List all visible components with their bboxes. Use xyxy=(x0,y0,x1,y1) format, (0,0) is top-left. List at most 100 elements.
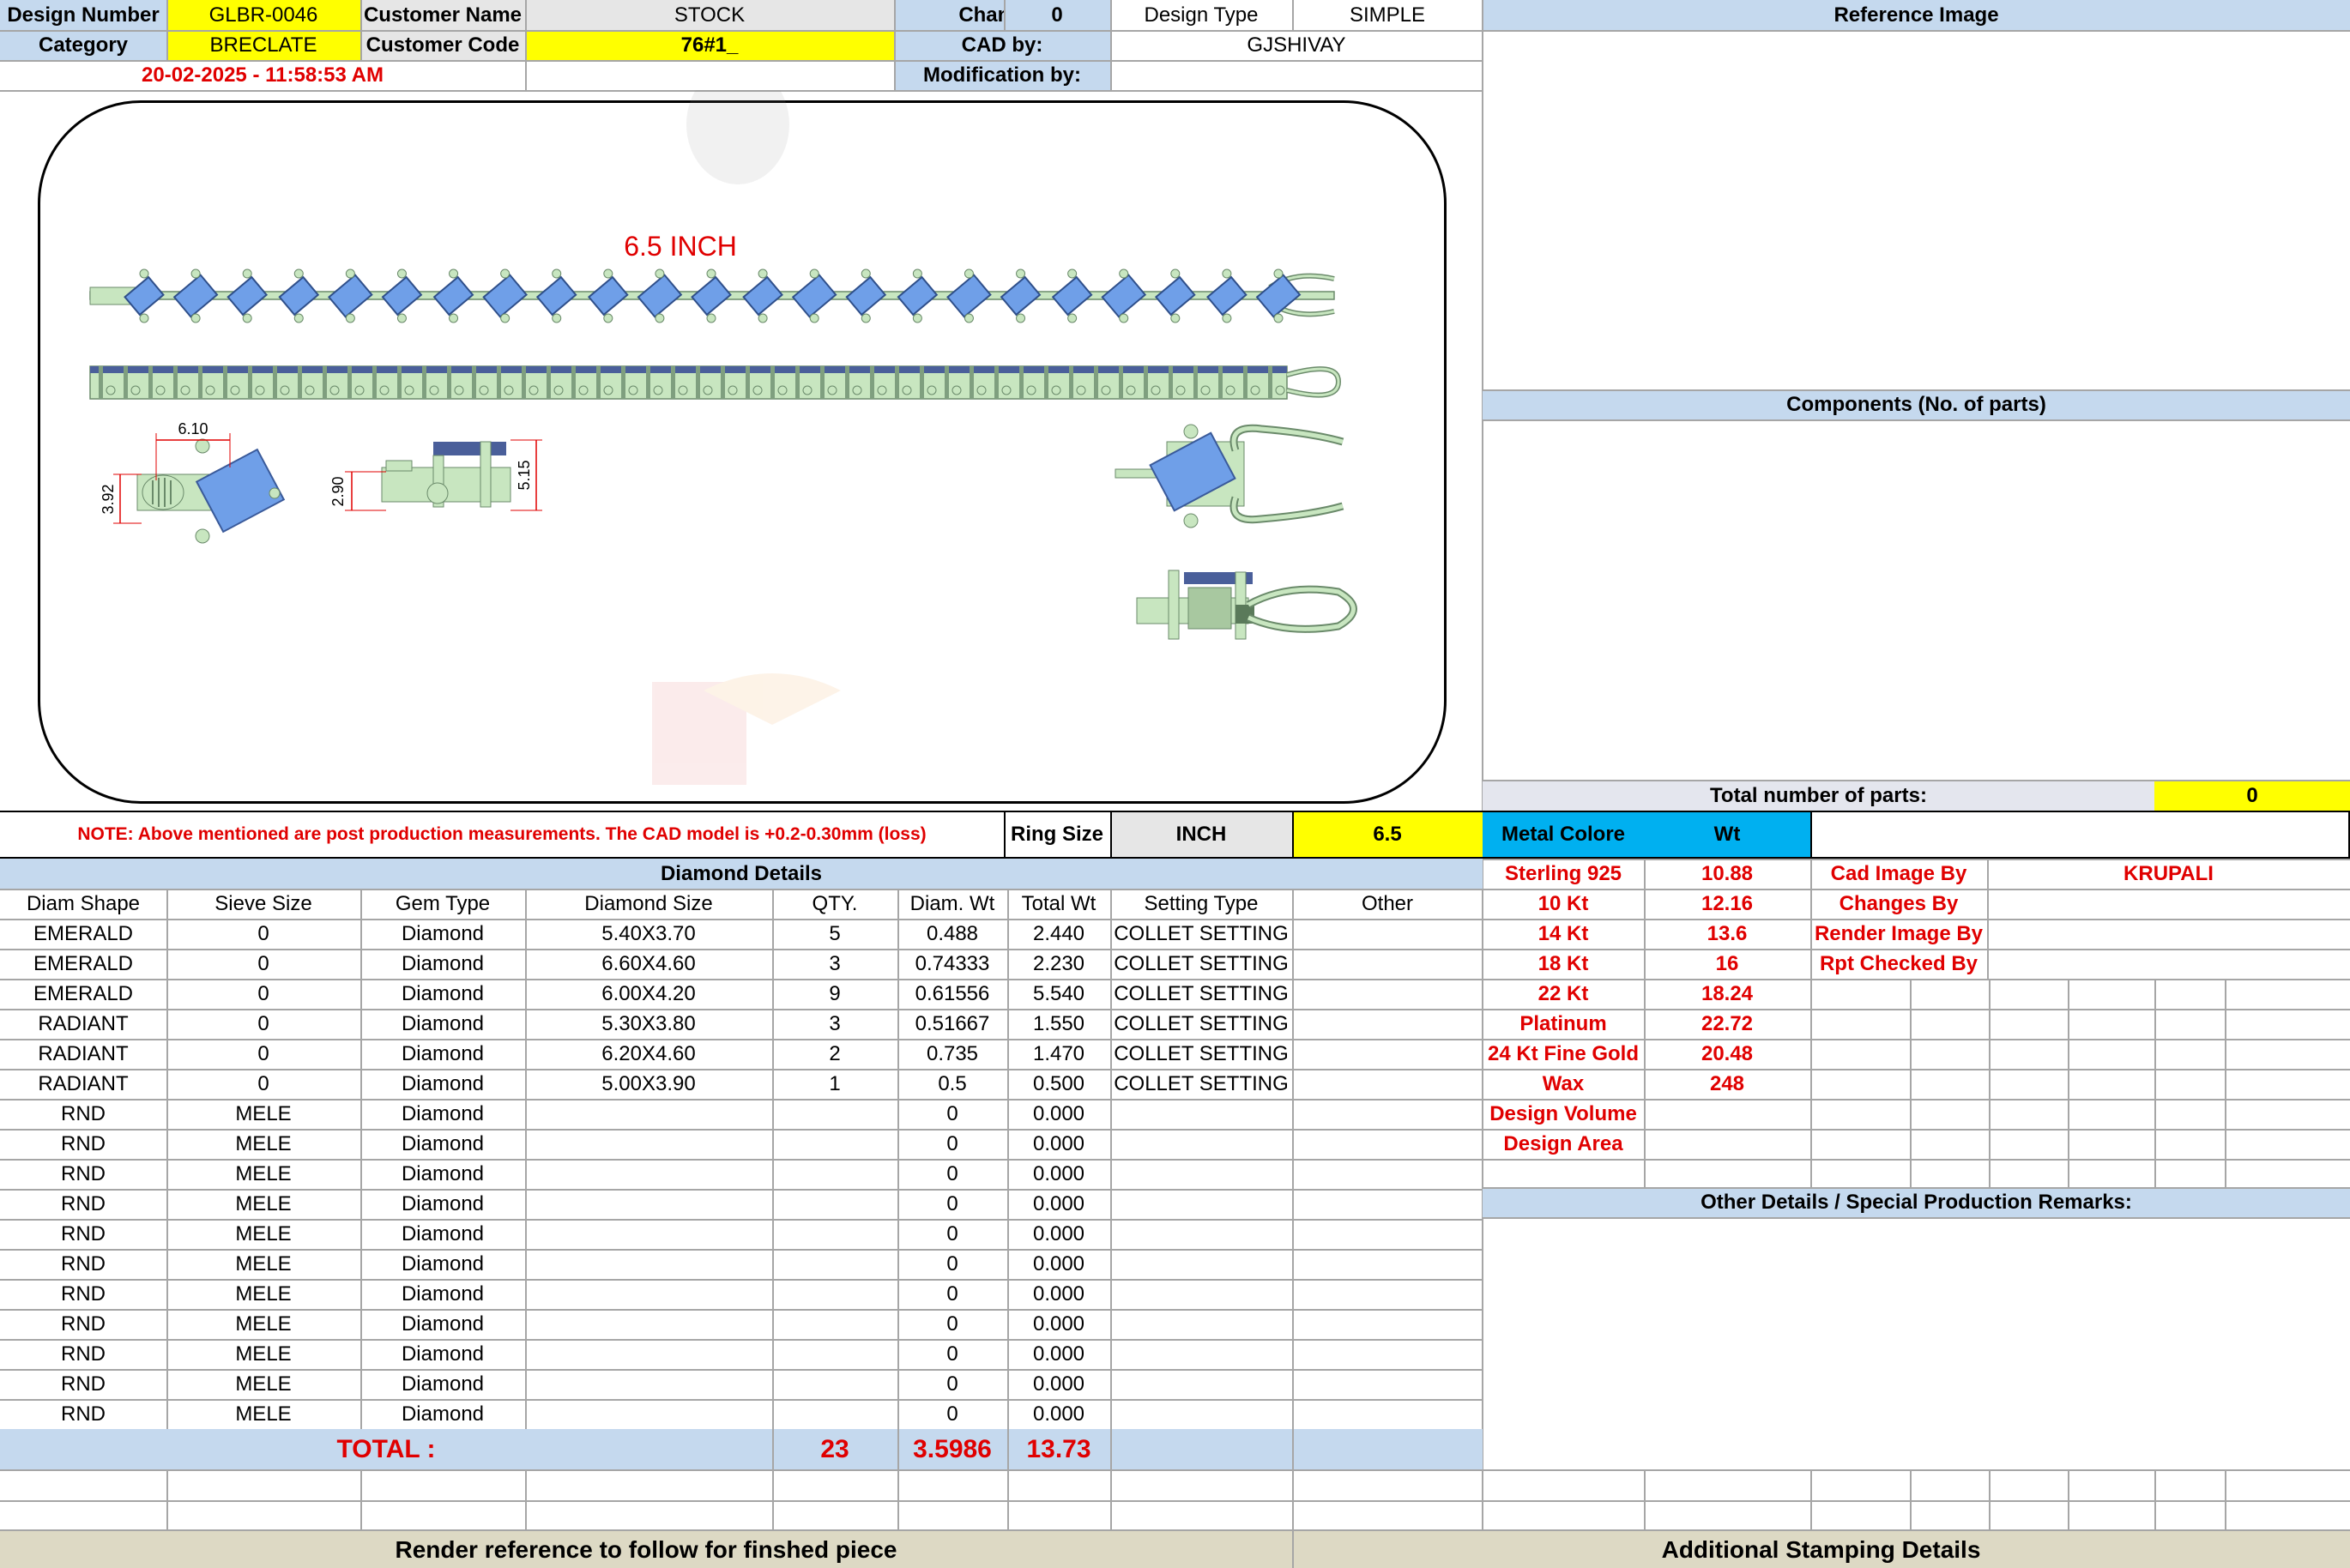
cad-by-value[interactable]: GJSHIVAY xyxy=(1110,30,1483,60)
diamond-table-cell[interactable]: 0 xyxy=(897,1099,1007,1129)
diamond-table-cell[interactable]: 0 xyxy=(897,1279,1007,1309)
diamond-table-cell[interactable] xyxy=(1292,1129,1483,1159)
diamond-table-cell[interactable]: 0.500 xyxy=(1007,1069,1110,1099)
diamond-table-cell[interactable]: 1.550 xyxy=(1007,1009,1110,1039)
diamond-table-cell[interactable]: 0.000 xyxy=(1007,1099,1110,1129)
diamond-table-cell[interactable]: 0 xyxy=(166,979,360,1009)
diamond-table-cell[interactable]: 0 xyxy=(897,1369,1007,1399)
diamond-table-cell[interactable]: 0.735 xyxy=(897,1039,1007,1069)
diamond-table-cell[interactable] xyxy=(525,1129,772,1159)
diamond-table-cell[interactable]: 0 xyxy=(897,1309,1007,1339)
diamond-table-cell[interactable] xyxy=(1292,1099,1483,1129)
customer-name-value[interactable]: STOCK xyxy=(525,0,894,30)
diamond-table-cell[interactable] xyxy=(772,1189,897,1219)
diamond-table-cell[interactable] xyxy=(772,1219,897,1249)
diamond-table-cell[interactable] xyxy=(1110,1159,1292,1189)
diamond-table-cell[interactable]: MELE xyxy=(166,1189,360,1219)
metal-weight[interactable]: 10.88 xyxy=(1644,859,1810,889)
diamond-table-cell[interactable]: 6.20X4.60 xyxy=(525,1039,772,1069)
diamond-table-cell[interactable]: 1.470 xyxy=(1007,1039,1110,1069)
diamond-table-cell[interactable]: 2 xyxy=(772,1039,897,1069)
diamond-table-cell[interactable]: MELE xyxy=(166,1249,360,1279)
diamond-table-cell[interactable]: 0.000 xyxy=(1007,1369,1110,1399)
diamond-table-cell[interactable] xyxy=(1110,1099,1292,1129)
diamond-table-cell[interactable]: MELE xyxy=(166,1279,360,1309)
diamond-table-cell[interactable]: RADIANT xyxy=(0,1009,166,1039)
design-number-value[interactable]: GLBR-0046 xyxy=(166,0,360,30)
diamond-table-cell[interactable]: 0 xyxy=(897,1219,1007,1249)
diamond-table-cell[interactable] xyxy=(1110,1129,1292,1159)
design-type-value[interactable]: SIMPLE xyxy=(1292,0,1483,30)
diamond-table-cell[interactable]: Diamond xyxy=(360,1219,525,1249)
diamond-table-cell[interactable]: Diamond xyxy=(360,1279,525,1309)
diamond-table-cell[interactable] xyxy=(1292,1399,1483,1429)
diamond-table-cell[interactable] xyxy=(772,1369,897,1399)
diamond-table-cell[interactable]: RND xyxy=(0,1099,166,1129)
diamond-table-cell[interactable] xyxy=(1292,1009,1483,1039)
diamond-table-cell[interactable]: MELE xyxy=(166,1159,360,1189)
credit-value[interactable]: KRUPALI xyxy=(1987,859,2350,889)
diamond-table-cell[interactable] xyxy=(772,1159,897,1189)
diamond-table-cell[interactable] xyxy=(525,1159,772,1189)
diamond-table-cell[interactable]: 0.5 xyxy=(897,1069,1007,1099)
diamond-table-cell[interactable]: Diamond xyxy=(360,1339,525,1369)
diamond-table-cell[interactable]: 0.51667 xyxy=(897,1009,1007,1039)
diamond-table-cell[interactable]: 0 xyxy=(897,1399,1007,1429)
changes-value[interactable]: 0 xyxy=(1004,0,1110,30)
diamond-table-cell[interactable] xyxy=(772,1129,897,1159)
diamond-table-cell[interactable]: 6.00X4.20 xyxy=(525,979,772,1009)
diamond-table-cell[interactable]: RADIANT xyxy=(0,1039,166,1069)
credit-value[interactable] xyxy=(1987,919,2350,949)
diamond-table-cell[interactable]: COLLET SETTING xyxy=(1110,1039,1292,1069)
diamond-table-cell[interactable]: RND xyxy=(0,1159,166,1189)
diamond-table-cell[interactable]: Diamond xyxy=(360,1069,525,1099)
metal-weight[interactable]: 248 xyxy=(1644,1069,1810,1099)
credit-value[interactable] xyxy=(1987,889,2350,919)
metal-weight[interactable]: 16 xyxy=(1644,949,1810,979)
diamond-table-cell[interactable] xyxy=(525,1219,772,1249)
diamond-table-cell[interactable]: Diamond xyxy=(360,1369,525,1399)
diamond-table-cell[interactable]: 5 xyxy=(772,919,897,949)
metal-weight[interactable]: 20.48 xyxy=(1644,1039,1810,1069)
diamond-table-cell[interactable]: 0.488 xyxy=(897,919,1007,949)
diamond-table-cell[interactable] xyxy=(525,1279,772,1309)
diamond-table-cell[interactable]: RND xyxy=(0,1339,166,1369)
diamond-table-cell[interactable]: MELE xyxy=(166,1399,360,1429)
credit-value[interactable] xyxy=(1987,949,2350,979)
diamond-table-cell[interactable]: COLLET SETTING xyxy=(1110,979,1292,1009)
diamond-table-cell[interactable]: 0 xyxy=(166,1039,360,1069)
diamond-table-cell[interactable]: COLLET SETTING xyxy=(1110,949,1292,979)
diamond-table-cell[interactable] xyxy=(525,1099,772,1129)
diamond-table-cell[interactable]: 0.000 xyxy=(1007,1189,1110,1219)
diamond-table-cell[interactable]: 3 xyxy=(772,949,897,979)
diamond-table-cell[interactable]: MELE xyxy=(166,1309,360,1339)
modification-by-value[interactable] xyxy=(1110,60,1483,90)
diamond-table-cell[interactable] xyxy=(1110,1219,1292,1249)
diamond-table-cell[interactable]: 0.000 xyxy=(1007,1219,1110,1249)
diamond-table-cell[interactable] xyxy=(1292,1339,1483,1369)
metal-weight[interactable]: 12.16 xyxy=(1644,889,1810,919)
diamond-table-cell[interactable] xyxy=(525,1189,772,1219)
diamond-table-cell[interactable] xyxy=(1292,949,1483,979)
diamond-table-cell[interactable]: 1 xyxy=(772,1069,897,1099)
diamond-table-cell[interactable]: Diamond xyxy=(360,1249,525,1279)
diamond-table-cell[interactable] xyxy=(1110,1189,1292,1219)
diamond-table-cell[interactable]: EMERALD xyxy=(0,949,166,979)
diamond-table-cell[interactable]: 0.000 xyxy=(1007,1309,1110,1339)
diamond-table-cell[interactable]: 0 xyxy=(166,949,360,979)
diamond-table-cell[interactable]: Diamond xyxy=(360,1099,525,1129)
diamond-table-cell[interactable]: 0.000 xyxy=(1007,1129,1110,1159)
diamond-table-cell[interactable]: COLLET SETTING xyxy=(1110,1069,1292,1099)
diamond-table-cell[interactable]: RND xyxy=(0,1369,166,1399)
other-details-remarks[interactable] xyxy=(1483,1219,2350,1469)
diamond-table-cell[interactable]: EMERALD xyxy=(0,979,166,1009)
diamond-table-cell[interactable] xyxy=(772,1309,897,1339)
diamond-table-cell[interactable] xyxy=(1292,1279,1483,1309)
diamond-table-cell[interactable]: Diamond xyxy=(360,1009,525,1039)
diamond-table-cell[interactable]: 5.40X3.70 xyxy=(525,919,772,949)
diamond-table-cell[interactable]: RND xyxy=(0,1399,166,1429)
diamond-table-cell[interactable] xyxy=(1110,1309,1292,1339)
diamond-table-cell[interactable] xyxy=(772,1249,897,1279)
diamond-table-cell[interactable]: 2.230 xyxy=(1007,949,1110,979)
diamond-table-cell[interactable]: 0 xyxy=(166,1069,360,1099)
